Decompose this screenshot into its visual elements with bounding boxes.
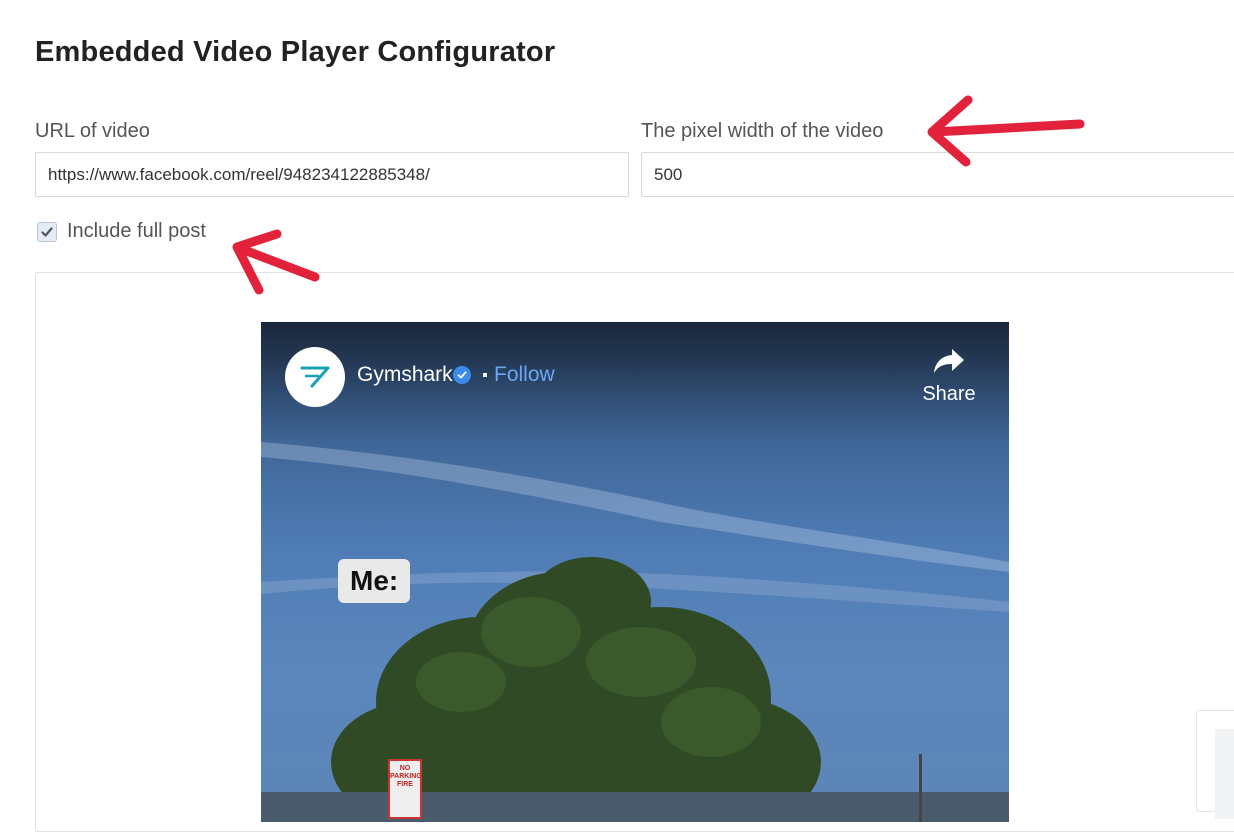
side-widget [1196,710,1234,819]
channel-name[interactable]: Gymshark [357,363,453,387]
gymshark-logo-icon [300,366,330,388]
share-button[interactable]: Share [921,346,977,406]
include-full-post-checkbox[interactable] [37,221,57,242]
follow-link[interactable]: Follow [494,363,555,387]
share-label: Share [922,383,976,405]
width-label: The pixel width of the video [641,120,884,142]
page-title: Embedded Video Player Configurator [35,36,556,68]
side-widget-content [1215,729,1234,819]
separator-dot [483,373,487,377]
include-full-post-label: Include full post [67,220,206,242]
include-full-post-option[interactable]: Include full post [37,220,206,243]
annotation-arrow-icon [927,95,1085,167]
url-input[interactable] [35,152,629,197]
channel-avatar[interactable] [285,347,345,407]
video-caption-overlay: Me: [338,559,411,603]
share-icon [934,349,964,373]
url-label: URL of video [35,120,150,142]
verified-badge-icon [453,366,471,384]
video-player[interactable]: Gymshark Follow Share Me: NO PARKING FIR… [261,322,1009,822]
no-parking-sign: NO PARKING FIRE [388,759,422,819]
street-pole [919,754,922,822]
checkmark-icon [41,226,53,237]
annotation-arrow-icon [232,229,320,295]
